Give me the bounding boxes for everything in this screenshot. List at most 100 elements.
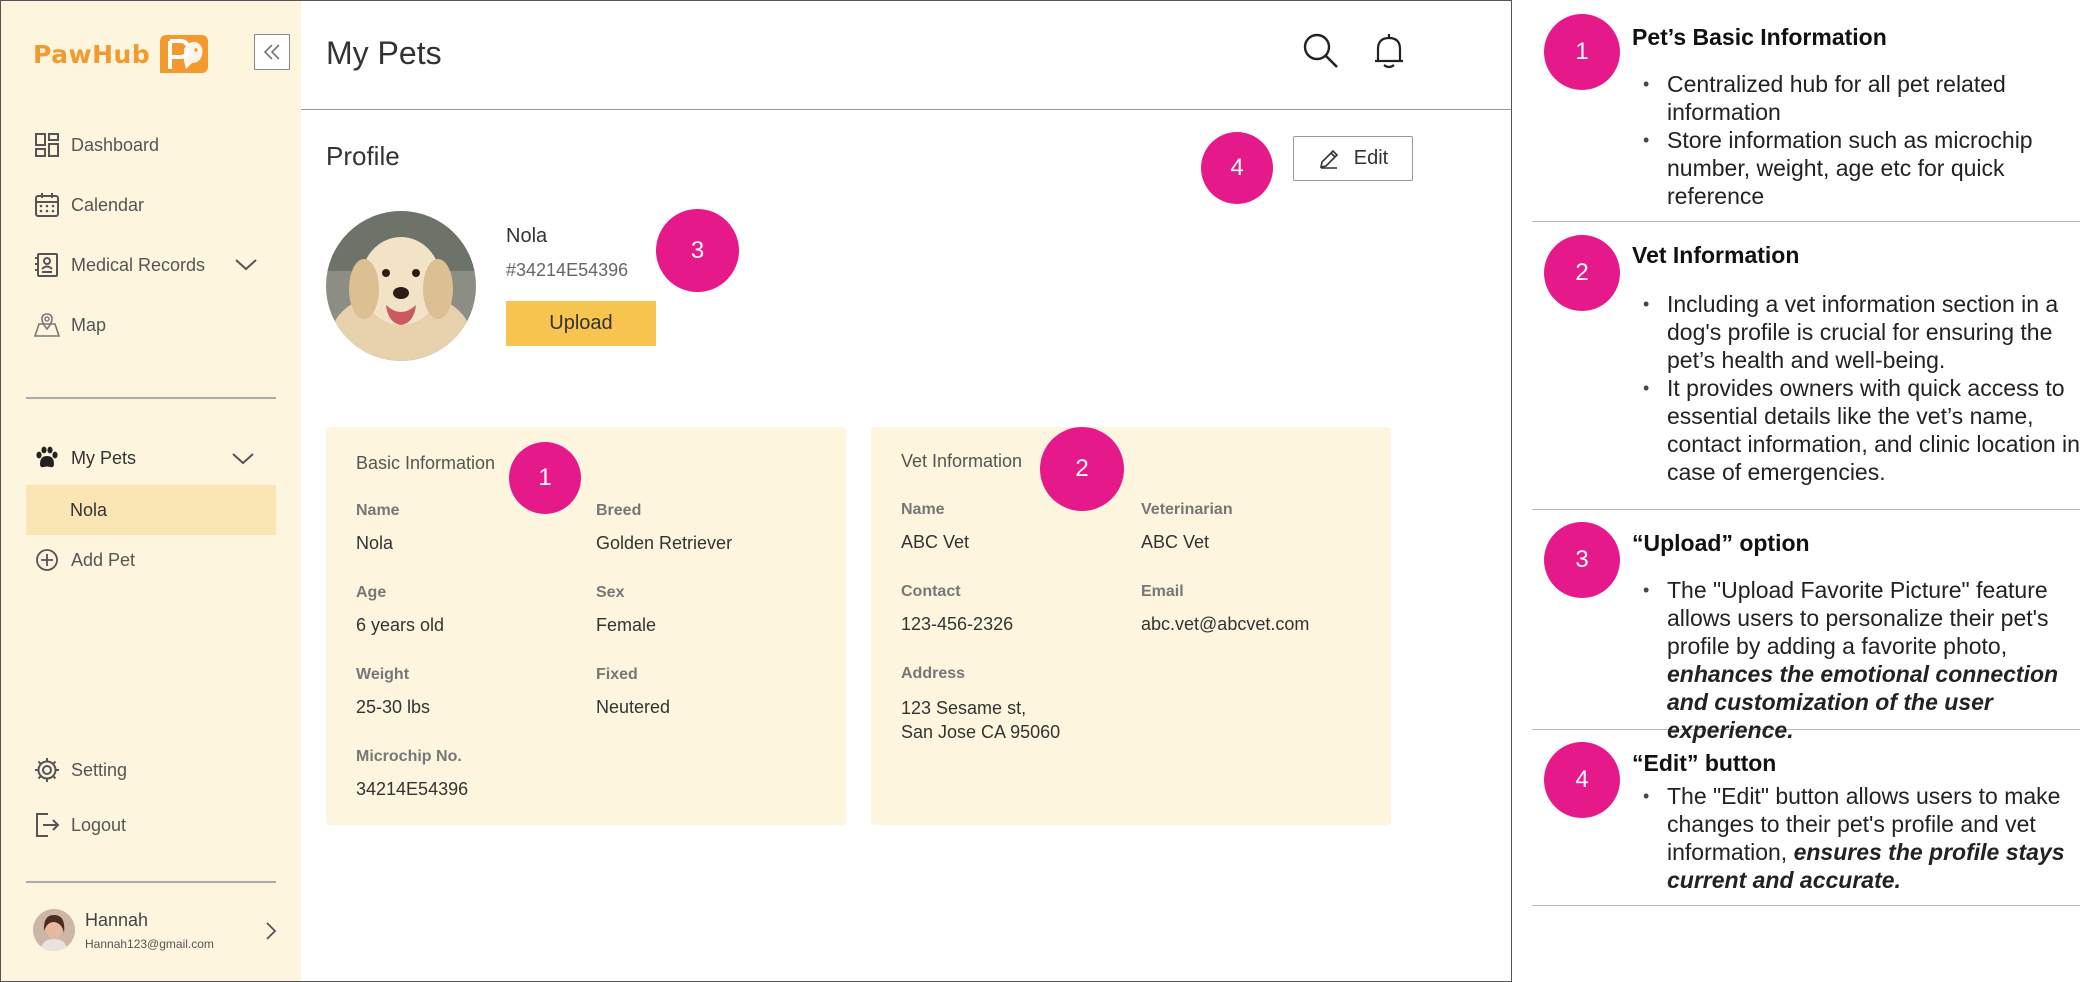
field-value-breed: Golden Retriever [596, 533, 733, 553]
pet-id: #34214E54396 [506, 260, 629, 280]
nav-label-map: Map [71, 314, 107, 335]
field-label-fixed: Fixed [596, 666, 638, 683]
medical-records-icon [33, 251, 61, 279]
nav-label-medical-records: Medical Records [71, 254, 206, 275]
field-value-email: abc.vet@abcvet.com [1141, 614, 1310, 634]
field-label-address: Address [901, 665, 966, 682]
nav-item-calendar[interactable]: Calendar [33, 191, 144, 219]
field-value-veterinarian: ABC Vet [1141, 532, 1210, 552]
bell-icon[interactable] [1369, 31, 1409, 71]
top-header: My Pets [301, 1, 1511, 110]
note-title-3: “Upload” option [1632, 530, 1810, 556]
user-email: Hannah123@gmail.com [85, 936, 214, 951]
profile-section-title: Profile [326, 141, 400, 171]
paw-icon [33, 444, 61, 472]
note-title-2: Vet Information [1632, 242, 1800, 268]
note-badge-1: 1 [1544, 14, 1620, 90]
note-bullet: Including a vet information section in a… [1643, 290, 2080, 374]
note-title-1: Pet’s Basic Information [1632, 24, 1887, 50]
note-upload: 3 “Upload” option The "Upload Favorite P… [1532, 510, 2080, 743]
vet-info-title: Vet Information [901, 451, 1023, 471]
double-chevron-left-icon [263, 44, 280, 60]
basic-info-title: Basic Information [356, 453, 496, 473]
field-value-vet-name: ABC Vet [901, 532, 970, 552]
nav-item-setting[interactable]: Setting [33, 756, 127, 784]
field-label-email: Email [1141, 583, 1184, 600]
logo-text: PawHub [33, 39, 151, 69]
logo-dog-icon [160, 35, 209, 73]
sidebar-divider [26, 881, 276, 883]
logout-icon [33, 811, 61, 839]
annotation-panel: 1 Pet’s Basic Information Centralized hu… [1512, 0, 2090, 982]
field-label-veterinarian: Veterinarian [1141, 501, 1233, 518]
page-title: My Pets [326, 35, 442, 71]
callout-badge-1: 1 [509, 442, 581, 514]
field-value-sex: Female [596, 615, 657, 635]
plus-circle-icon [33, 546, 61, 574]
pet-name: Nola [506, 225, 548, 247]
nav-label-dashboard: Dashboard [71, 134, 160, 155]
note-vet-info: 2 Vet Information Including a vet inform… [1532, 222, 2080, 510]
calendar-icon [33, 191, 61, 219]
field-label-contact: Contact [901, 583, 961, 600]
collapse-sidebar-button[interactable] [254, 34, 290, 70]
note-bullets-3: The "Upload Favorite Picture" feature al… [1643, 576, 2080, 744]
note-basic-info: 1 Pet’s Basic Information Centralized hu… [1532, 0, 2080, 222]
field-label-microchip: Microchip No. [356, 748, 462, 765]
basic-info-card: Basic Information Name Nola Breed Golden… [326, 427, 846, 825]
add-pet-button[interactable]: Add Pet [33, 546, 135, 574]
nav-item-medical-records[interactable]: Medical Records [33, 251, 205, 279]
note-bullet: The "Upload Favorite Picture" feature al… [1643, 576, 2080, 744]
pet-nola-label: Nola [70, 499, 108, 520]
callout-badge-2: 2 [1040, 427, 1124, 511]
note-bullets-4: The "Edit" button allows users to make c… [1643, 782, 2080, 894]
pet-photo [326, 211, 476, 361]
field-value-age: 6 years old [356, 615, 445, 635]
note-bullet: Centralized hub for all pet related info… [1643, 70, 2080, 126]
field-value-address-line2: San Jose CA 95060 [901, 722, 1061, 742]
logout-button[interactable]: Logout [33, 811, 126, 839]
chevron-down-icon[interactable] [231, 447, 255, 471]
nav-item-my-pets[interactable]: My Pets [33, 444, 136, 472]
edit-button[interactable]: Edit [1293, 136, 1413, 181]
note-bullets-1: Centralized hub for all pet related info… [1643, 70, 2080, 210]
nav-label-setting: Setting [71, 759, 128, 780]
field-value-contact: 123-456-2326 [901, 614, 1014, 634]
user-name: Hannah [85, 909, 149, 930]
nav-item-dashboard[interactable]: Dashboard [33, 131, 159, 159]
nav-label-logout: Logout [71, 814, 127, 835]
note-badge-4: 4 [1544, 742, 1620, 818]
edit-label: Edit [1353, 147, 1389, 169]
field-value-microchip: 34214E54396 [356, 779, 469, 799]
sidebar-divider [26, 397, 276, 399]
field-value-address-line1: 123 Sesame st, [901, 698, 1027, 718]
field-label-name: Name [356, 502, 400, 519]
field-value-weight: 25-30 lbs [356, 697, 431, 717]
field-label-weight: Weight [356, 666, 410, 683]
note-bullet: Store information such as microchip numb… [1643, 126, 2080, 210]
chevron-right-icon[interactable] [263, 919, 279, 943]
field-label-breed: Breed [596, 502, 642, 519]
field-label-sex: Sex [596, 584, 625, 601]
user-profile[interactable]: Hannah Hannah123@gmail.com [33, 909, 214, 951]
map-icon [33, 311, 61, 339]
sidebar-item-pet-nola[interactable]: Nola [26, 485, 276, 535]
search-icon[interactable] [1301, 31, 1341, 71]
note-edit: 4 “Edit” button The "Edit" button allows… [1532, 730, 2080, 906]
avatar [33, 909, 75, 951]
gear-icon [33, 756, 61, 784]
chevron-down-icon[interactable] [234, 253, 258, 277]
logo[interactable]: PawHub [33, 35, 209, 73]
nav-label-calendar: Calendar [71, 194, 145, 215]
note-badge-3: 3 [1544, 522, 1620, 598]
nav-item-map[interactable]: Map [33, 311, 106, 339]
note-bullets-2: Including a vet information section in a… [1643, 290, 2080, 486]
callout-badge-3: 3 [656, 209, 739, 292]
note-bullet: It provides owners with quick access to … [1643, 374, 2080, 486]
note-bullet: The "Edit" button allows users to make c… [1643, 782, 2080, 894]
field-value-name: Nola [356, 533, 394, 553]
note-badge-2: 2 [1544, 235, 1620, 311]
nav-label-my-pets: My Pets [71, 447, 137, 468]
upload-button[interactable]: Upload [506, 301, 656, 346]
note-title-4: “Edit” button [1632, 750, 1777, 776]
